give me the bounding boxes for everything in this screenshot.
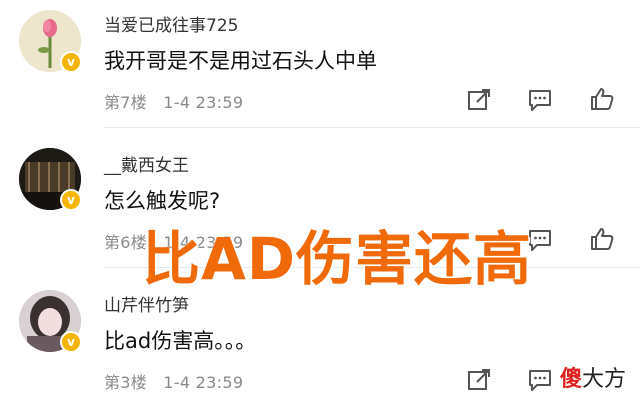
divider — [104, 127, 640, 128]
like-icon[interactable] — [589, 226, 615, 252]
edit-icon[interactable] — [466, 367, 492, 393]
watermark: 傻大方 — [555, 361, 630, 393]
edit-icon[interactable] — [466, 87, 492, 113]
username[interactable]: __戴西女王 — [104, 151, 189, 176]
verified-badge-icon: v — [60, 331, 82, 353]
watermark-rest: 大方 — [581, 367, 626, 392]
comment-text: 比ad伤害高。。。 — [104, 329, 257, 353]
comment-icon[interactable] — [527, 367, 553, 393]
timestamp: 1-4 23:59 — [163, 373, 244, 392]
floor-number: 第6楼 — [104, 233, 148, 252]
timestamp: 1-4 23:59 — [163, 93, 244, 112]
comment-meta: 第3楼 1-4 23:59 — [104, 369, 243, 393]
comment-icon[interactable] — [527, 87, 553, 113]
like-icon[interactable] — [589, 86, 615, 112]
overlay-caption: 比AD伤害还高 — [142, 225, 533, 293]
comment-text: 怎么触发呢? — [104, 189, 221, 213]
comment-meta: 第7楼 1-4 23:59 — [104, 89, 243, 113]
avatar[interactable]: v — [19, 290, 82, 353]
comment-text: 我开哥是不是用过石头人中单 — [104, 49, 377, 73]
watermark-accent: 傻 — [559, 367, 582, 392]
verified-badge-icon: v — [60, 51, 82, 73]
floor-number: 第7楼 — [104, 93, 148, 112]
verified-badge-icon: v — [60, 189, 82, 211]
username[interactable]: 当爱已成往事725 — [104, 11, 238, 36]
avatar[interactable]: v — [19, 10, 82, 73]
avatar[interactable]: v — [19, 148, 82, 211]
floor-number: 第3楼 — [104, 373, 148, 392]
